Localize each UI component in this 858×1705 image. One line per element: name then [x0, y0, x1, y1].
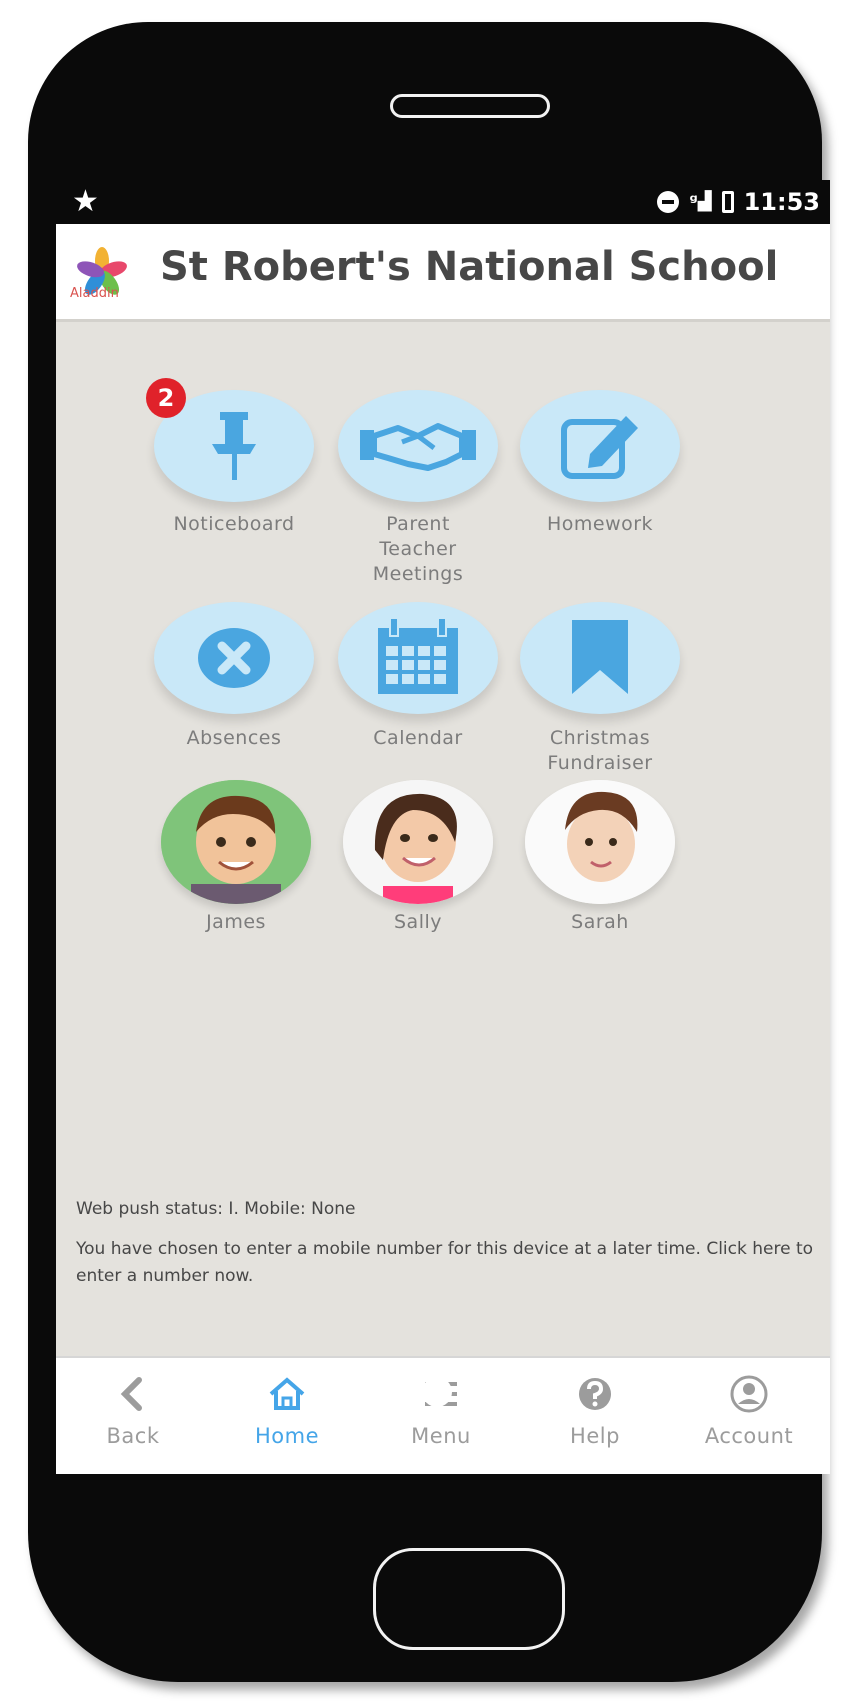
handshake-icon — [360, 423, 476, 471]
tile-label: Absences — [186, 727, 282, 749]
edit-icon — [561, 416, 638, 479]
tab-help[interactable]: Help — [518, 1358, 672, 1474]
tab-account[interactable]: Account — [672, 1358, 826, 1474]
help-icon — [579, 1378, 611, 1410]
calendar-icon — [378, 617, 458, 694]
child-name: Sally — [393, 911, 442, 933]
app-screen: ★ ᵍ▟ 11:53 Aladdin St Robert's National … — [56, 180, 830, 1474]
tab-label: Account — [704, 1424, 794, 1448]
close-circle-icon — [198, 628, 270, 688]
app-header: Aladdin St Robert's National School — [56, 224, 830, 322]
hardware-home-button[interactable] — [373, 1548, 565, 1650]
status-bar: ★ ᵍ▟ 11:53 — [56, 180, 830, 224]
push-status-text: Web push status: I. Mobile: None — [76, 1199, 356, 1219]
bottom-tab-bar: Back Home Menu Help Account — [56, 1356, 830, 1474]
battery-icon — [721, 191, 734, 213]
system-recents-button[interactable] — [624, 1378, 650, 1404]
pushpin-icon — [212, 412, 256, 480]
page-title: St Robert's National School — [160, 244, 779, 290]
child-photo-sarah — [525, 780, 675, 904]
status-time: 11:53 — [743, 188, 820, 216]
tile-label: Parent Teacher Meetings — [372, 513, 464, 585]
tile-circle — [338, 390, 498, 502]
system-home-button[interactable] — [422, 1377, 452, 1407]
tile-label: Homework — [546, 513, 654, 535]
home-icon — [269, 1377, 305, 1410]
tile-label: Christmas Fundraiser — [547, 727, 653, 774]
tab-back[interactable]: Back — [56, 1358, 210, 1474]
child-photo-james — [161, 780, 311, 904]
child-name: Sarah — [571, 911, 629, 933]
tab-label: Help — [570, 1424, 620, 1448]
logo-text: Aladdin — [70, 286, 119, 301]
chevron-left-icon — [120, 1377, 142, 1411]
child-photo-sally — [343, 780, 493, 904]
tile-label: Calendar — [373, 727, 463, 749]
aladdin-logo-icon — [77, 247, 127, 295]
star-icon: ★ — [72, 184, 99, 219]
tile-circle — [520, 602, 680, 714]
tab-label: Menu — [411, 1424, 471, 1448]
phone-speaker — [390, 94, 550, 118]
child-name: James — [206, 911, 266, 933]
bookmark-icon — [572, 620, 628, 694]
account-icon — [730, 1375, 768, 1413]
tab-home[interactable]: Home — [210, 1358, 364, 1474]
notification-badge: 2 — [146, 378, 186, 418]
status-right: ᵍ▟ 11:53 — [657, 188, 820, 216]
tile-circle — [338, 602, 498, 714]
signal-icon: ᵍ▟ — [689, 191, 712, 212]
tab-label: Home — [254, 1424, 319, 1448]
system-back-button[interactable] — [184, 1378, 206, 1406]
mobile-number-prompt-link[interactable]: You have chosen to enter a mobile number… — [76, 1236, 816, 1290]
do-not-disturb-icon — [657, 191, 680, 213]
tile-circle — [154, 602, 314, 714]
avatar — [525, 780, 675, 904]
avatar — [343, 780, 493, 904]
tile-label: Noticeboard — [173, 513, 295, 535]
tile-circle — [520, 390, 680, 502]
tab-menu[interactable]: Menu — [364, 1358, 518, 1474]
avatar — [161, 780, 311, 904]
tab-label: Back — [106, 1424, 160, 1448]
